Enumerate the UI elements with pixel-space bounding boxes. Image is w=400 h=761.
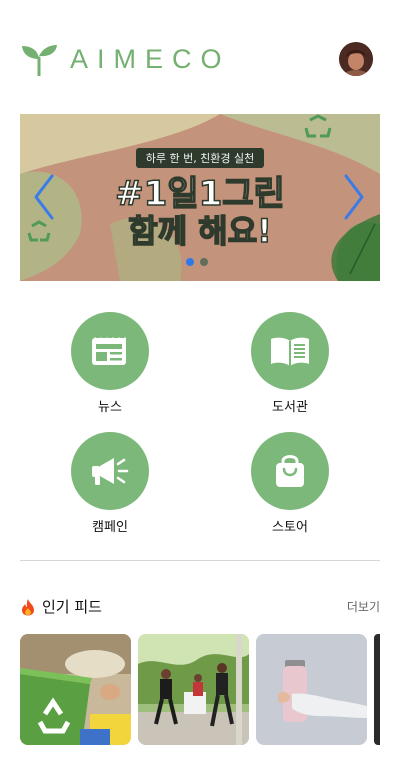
plogging-photo — [138, 634, 249, 745]
carousel-dot[interactable] — [186, 258, 194, 266]
app-header: AIMECO — [0, 0, 400, 110]
recycling-bin-photo — [20, 634, 131, 745]
menu-circle — [251, 312, 329, 390]
feed-title: 인기 피드 — [20, 596, 102, 617]
feed-item[interactable] — [20, 634, 131, 745]
more-link[interactable]: 더보기 — [347, 598, 380, 615]
menu-circle — [71, 312, 149, 390]
book-icon — [271, 337, 309, 366]
menu-label: 캠페인 — [92, 520, 128, 535]
banner-title-line2: 함께 해요! — [128, 211, 273, 251]
section-divider — [20, 560, 380, 561]
menu-label: 스토어 — [272, 520, 308, 535]
menu-label: 도서관 — [272, 400, 308, 415]
user-avatar-image — [339, 42, 373, 76]
fire-icon — [22, 598, 34, 615]
menu-item-campaign[interactable]: 캠페인 — [50, 432, 170, 542]
carousel-dot[interactable] — [200, 258, 208, 266]
sprout-icon — [22, 45, 57, 76]
menu-circle — [251, 432, 329, 510]
feed-title-text: 인기 피드 — [42, 598, 102, 616]
menu-label: 뉴스 — [98, 400, 122, 415]
banner-subtitle-text: 하루 한 번, 친환경 실천 — [135, 148, 265, 168]
shopping-bag-icon — [276, 455, 304, 487]
menu-circle — [71, 432, 149, 510]
chevron-right-icon[interactable] — [342, 174, 366, 220]
menu-item-library[interactable]: 도서관 — [230, 312, 350, 422]
feed-item-partial[interactable] — [374, 634, 380, 745]
newspaper-icon — [92, 337, 126, 365]
logo-text: AIMECO — [70, 43, 231, 74]
feed-item[interactable] — [256, 634, 367, 745]
menu-item-news[interactable]: 뉴스 — [50, 312, 170, 422]
chevron-left-icon[interactable] — [32, 174, 56, 220]
banner-subtitle: 하루 한 번, 친환경 실천 — [20, 147, 380, 168]
megaphone-icon — [92, 458, 129, 485]
carousel-indicator — [186, 258, 208, 266]
avatar[interactable] — [339, 42, 373, 76]
feed-item[interactable] — [138, 634, 249, 745]
feed-photo-partial — [374, 634, 380, 745]
logo[interactable]: AIMECO — [20, 42, 231, 76]
home-screen: AIMECO 하루 한 번, 친환경 실천 #1일1그린 함께 해요! 뉴스 도… — [0, 0, 400, 761]
menu-item-store[interactable]: 스토어 — [230, 432, 350, 542]
feed-header: 인기 피드 더보기 — [20, 596, 380, 618]
promo-banner-carousel[interactable]: 하루 한 번, 친환경 실천 #1일1그린 함께 해요! — [20, 114, 380, 281]
tumbler-photo — [256, 634, 367, 745]
